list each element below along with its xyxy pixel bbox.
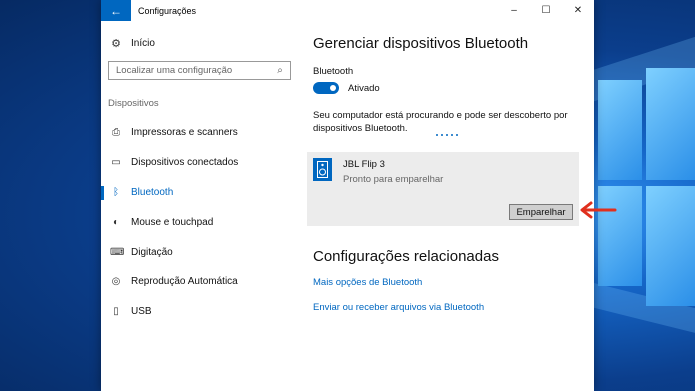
device-name: JBL Flip 3 <box>343 159 385 170</box>
mouse-icon: ◐ <box>112 216 120 228</box>
section-label-devices: Dispositivos <box>108 98 159 109</box>
keyboard-icon: ⌨ <box>110 246 125 258</box>
sidebar: ⚙ Início ⌕ Dispositivos ⎙ Impressoras e … <box>101 21 301 391</box>
device-status: Pronto para emparelhar <box>343 174 444 185</box>
discover-text: Seu computador está procurando e pode se… <box>313 110 568 134</box>
sidebar-item-label: Mouse e touchpad <box>131 216 214 228</box>
window-title: Configurações <box>138 5 197 16</box>
usb-icon: ▯ <box>113 306 119 318</box>
pair-button[interactable]: Emparelhar <box>509 204 573 220</box>
sidebar-item-usb[interactable]: ▯ USB <box>101 297 301 327</box>
minimize-button[interactable]: – <box>498 0 530 21</box>
search-icon[interactable]: ⌕ <box>273 65 287 76</box>
sidebar-item-bluetooth[interactable]: ᛒ Bluetooth <box>101 178 301 208</box>
windows-logo <box>590 60 695 320</box>
sidebar-item-connected-devices[interactable]: ▭ Dispositivos conectados <box>101 148 301 178</box>
speaker-icon <box>313 158 332 181</box>
bluetooth-toggle[interactable] <box>313 82 339 94</box>
search-box[interactable]: ⌕ <box>108 61 291 80</box>
send-receive-files-link[interactable]: Enviar ou receber arquivos via Bluetooth <box>313 302 484 313</box>
window-controls: – ☐ ✕ <box>498 0 594 21</box>
devices-icon: ▭ <box>111 157 121 169</box>
gear-icon: ⚙ <box>111 38 121 50</box>
page-title: Gerenciar dispositivos Bluetooth <box>313 35 529 52</box>
sidebar-nav: ⎙ Impressoras e scanners ▭ Dispositivos … <box>101 118 301 327</box>
annotation-arrow-icon <box>580 201 617 219</box>
sidebar-item-label: Dispositivos conectados <box>131 157 239 169</box>
home-link[interactable]: ⚙ Início <box>110 37 155 50</box>
sidebar-item-label: Digitação <box>131 246 173 258</box>
search-input[interactable] <box>116 65 273 76</box>
sidebar-item-label: Bluetooth <box>131 186 174 198</box>
sidebar-item-autoplay[interactable]: ◎ Reprodução Automática <box>101 267 301 297</box>
related-settings-title: Configurações relacionadas <box>313 248 499 265</box>
home-label: Início <box>131 38 155 49</box>
device-card[interactable]: JBL Flip 3 Pronto para emparelhar Empare… <box>307 152 579 226</box>
settings-window: ← Configurações – ☐ ✕ ⚙ Início ⌕ Disposi… <box>101 0 594 391</box>
autoplay-icon: ◎ <box>111 276 121 288</box>
bluetooth-label: Bluetooth <box>313 66 354 77</box>
sidebar-item-typing[interactable]: ⌨ Digitação <box>101 237 301 267</box>
back-button[interactable]: ← <box>101 0 131 21</box>
title-bar: ← Configurações – ☐ ✕ <box>101 0 594 21</box>
sidebar-item-printers[interactable]: ⎙ Impressoras e scanners <box>101 118 301 148</box>
sidebar-item-label: Reprodução Automática <box>131 276 238 288</box>
more-bluetooth-options-link[interactable]: Mais opções de Bluetooth <box>313 277 422 288</box>
bluetooth-icon: ᛒ <box>113 186 119 198</box>
toggle-state-label: Ativado <box>348 82 380 94</box>
bluetooth-toggle-row: Ativado <box>313 82 380 94</box>
maximize-button[interactable]: ☐ <box>530 0 562 21</box>
sidebar-item-mouse[interactable]: ◐ Mouse e touchpad <box>101 207 301 237</box>
sidebar-item-label: USB <box>131 306 152 318</box>
back-arrow-icon: ← <box>110 3 122 18</box>
printer-icon: ⎙ <box>112 127 120 139</box>
sidebar-item-label: Impressoras e scanners <box>131 127 238 139</box>
close-button[interactable]: ✕ <box>562 0 594 21</box>
searching-progress-indicator <box>436 134 458 136</box>
